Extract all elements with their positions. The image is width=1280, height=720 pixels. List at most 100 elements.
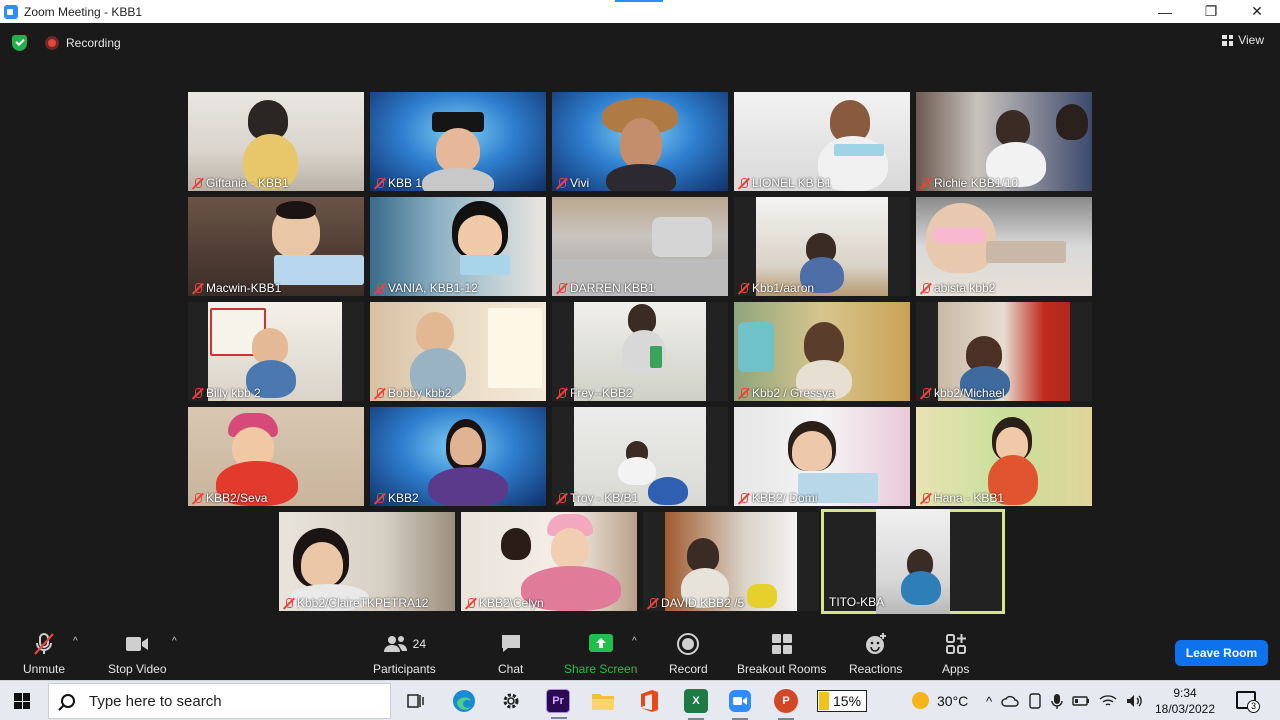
participant-name: VANIA, KBB1-12	[374, 281, 478, 295]
notification-center-icon[interactable]: 3	[1236, 691, 1260, 713]
cloud-icon[interactable]	[1001, 694, 1019, 708]
video-tile[interactable]: DAVID KBB2 /5	[643, 512, 819, 611]
reactions-button[interactable]: Reactions	[849, 632, 902, 676]
view-button[interactable]: View	[1222, 33, 1264, 47]
participants-button[interactable]: 24 Participants	[373, 632, 436, 676]
video-tile[interactable]: KBB2\Celyn	[461, 512, 637, 611]
participant-name: Vivi	[556, 176, 589, 190]
task-view-icon[interactable]	[404, 689, 428, 713]
participant-name: DARREN KBB1	[556, 281, 655, 295]
video-tile[interactable]: KBB2/Seva	[188, 407, 364, 506]
video-tile[interactable]: KBB2	[370, 407, 546, 506]
muted-mic-icon	[374, 387, 385, 400]
zoom-window: Zoom Meeting - KBB1 — ❐ ✕ Recording View…	[0, 0, 1280, 720]
participants-count: 24	[412, 637, 427, 651]
muted-mic-icon	[738, 492, 749, 505]
battery-fill	[819, 692, 829, 710]
share-screen-button[interactable]: Share Screen	[564, 632, 637, 676]
video-tile[interactable]: Billy kbb 2	[188, 302, 364, 401]
leave-room-button[interactable]: Leave Room	[1175, 640, 1268, 666]
video-tile[interactable]: Macwin-KBB1	[188, 197, 364, 296]
video-tile[interactable]: KBB2/ Domi	[734, 407, 910, 506]
video-tile[interactable]: Richie KBB1/10	[916, 92, 1092, 191]
video-tile[interactable]: Hana - KBB1	[916, 407, 1092, 506]
participant-name: KBB 1	[374, 176, 422, 190]
record-button[interactable]: Record	[669, 632, 708, 676]
breakout-rooms-icon	[770, 632, 794, 656]
video-tile[interactable]: abista kbb2	[916, 197, 1092, 296]
participant-name: kbb2/Michael	[920, 386, 1005, 400]
device-icon[interactable]	[1028, 693, 1042, 709]
video-tile[interactable]: Kbb2/ClaireTKPETRA12	[279, 512, 455, 611]
title-bar-accent	[615, 0, 663, 2]
video-tile[interactable]: Kbb1/aaron	[734, 197, 910, 296]
battery-indicator[interactable]: 15%	[817, 690, 867, 712]
chat-button[interactable]: Chat	[498, 632, 523, 676]
video-tile[interactable]: DARREN KBB1	[552, 197, 728, 296]
participant-name: Kbb2/ClaireTKPETRA12	[283, 596, 428, 610]
edge-browser-icon[interactable]	[452, 689, 476, 713]
video-tile[interactable]: Frey--KBB2	[552, 302, 728, 401]
microphone-icon[interactable]	[1051, 693, 1063, 709]
video-tile[interactable]: Vivi	[552, 92, 728, 191]
video-camera-icon	[124, 632, 150, 656]
muted-mic-icon	[192, 387, 203, 400]
settings-gear-icon[interactable]	[499, 689, 523, 713]
share-screen-icon	[588, 632, 614, 656]
taskbar-search[interactable]: Type here to search	[48, 683, 391, 719]
participant-name: KBB2/ Domi	[738, 491, 817, 505]
search-icon	[61, 694, 75, 708]
video-tile[interactable]: VANIA, KBB1-12	[370, 197, 546, 296]
excel-icon[interactable]: X	[684, 689, 708, 720]
video-tile[interactable]: Giftania - KBB1	[188, 92, 364, 191]
windows-start-icon[interactable]	[14, 693, 30, 709]
video-options-caret[interactable]: ^	[172, 636, 177, 647]
video-tile[interactable]: KBB 1	[370, 92, 546, 191]
stop-video-button[interactable]: Stop Video	[108, 632, 167, 676]
participant-name: DAVID KBB2 /5	[647, 596, 744, 610]
reactions-icon	[864, 632, 888, 656]
zoom-taskbar-icon[interactable]	[728, 689, 752, 720]
participant-name: Bobby kbb2	[374, 386, 451, 400]
video-tile[interactable]: kbb2/Michael	[916, 302, 1092, 401]
audio-options-caret[interactable]: ^	[73, 636, 78, 647]
speaker-volume-icon[interactable]	[1126, 694, 1144, 708]
unmute-button[interactable]: Unmute	[23, 632, 65, 676]
chat-icon	[499, 632, 523, 656]
video-tile[interactable]: Kbb2 / Gressya	[734, 302, 910, 401]
clock-date: 18/03/2022	[1154, 702, 1216, 716]
video-tile[interactable]: LIONEL KB B1	[734, 92, 910, 191]
muted-mic-icon	[192, 177, 203, 190]
video-tile[interactable]: Bobby kbb2	[370, 302, 546, 401]
video-tile[interactable]: Troy - KB/B1	[552, 407, 728, 506]
minimize-button[interactable]: —	[1142, 0, 1188, 23]
tray-overflow-chevron-icon[interactable]: ^	[986, 694, 992, 709]
video-tile-active-speaker[interactable]: TITO-KBA	[821, 509, 1005, 614]
taskbar-clock[interactable]: 9:34 18/03/2022	[1150, 685, 1220, 717]
share-options-caret[interactable]: ^	[632, 636, 637, 647]
apps-button[interactable]: Apps	[942, 632, 969, 676]
premiere-pro-icon[interactable]: Pr	[546, 689, 570, 719]
participant-name: abista kbb2	[920, 281, 995, 295]
meeting-toolbar: Unmute ^ Stop Video ^ 24 Participants Ch…	[0, 624, 1280, 680]
participant-name: LIONEL KB B1	[738, 176, 832, 190]
muted-mic-icon	[920, 177, 931, 190]
participant-name: Macwin-KBB1	[192, 281, 281, 295]
muted-mic-icon	[32, 632, 56, 656]
muted-mic-icon	[647, 597, 658, 610]
participant-name: Kbb1/aaron	[738, 281, 814, 295]
powerpoint-icon[interactable]: P	[774, 689, 798, 720]
recording-label: Recording	[66, 36, 121, 50]
breakout-rooms-button[interactable]: Breakout Rooms	[737, 632, 826, 676]
restore-button[interactable]: ❐	[1188, 0, 1234, 23]
office-icon[interactable]	[637, 689, 661, 713]
file-explorer-icon[interactable]	[591, 689, 615, 713]
shield-icon[interactable]	[12, 35, 27, 51]
grid-view-icon	[1222, 34, 1234, 46]
close-button[interactable]: ✕	[1234, 0, 1280, 23]
muted-mic-icon	[374, 282, 385, 295]
weather-widget[interactable]: 30°C	[912, 692, 968, 709]
muted-mic-icon	[374, 177, 385, 190]
wifi-icon[interactable]	[1099, 694, 1117, 708]
battery-icon[interactable]	[1072, 694, 1090, 708]
